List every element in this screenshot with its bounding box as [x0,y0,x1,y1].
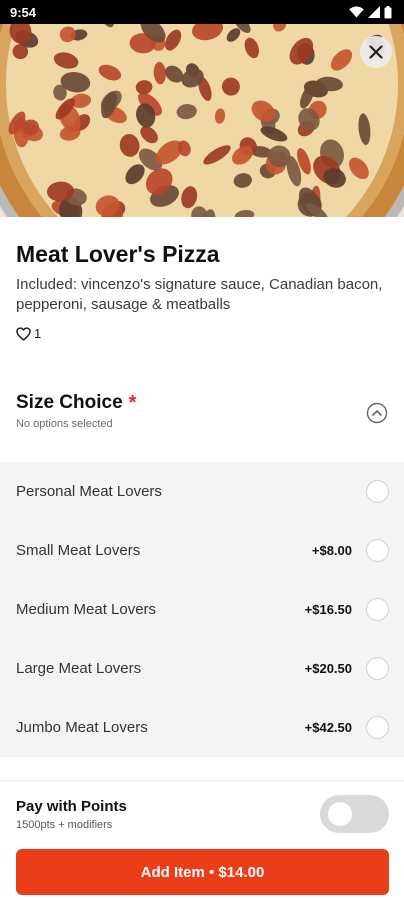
pay-with-points-toggle[interactable] [320,795,389,833]
radio-button[interactable] [366,480,389,503]
close-icon [369,45,383,59]
pay-with-points-subtitle: 1500pts + modifiers [16,819,113,831]
wifi-icon [349,6,364,18]
radio-button[interactable] [366,657,389,680]
likes-count: 1 [34,326,42,341]
option-price: +$42.50 [304,720,352,735]
option-label: Personal Meat Lovers [16,483,162,500]
hero-image [0,24,404,217]
size-option-small[interactable]: Small Meat Lovers +$8.00 [0,521,404,580]
status-bar: 9:54 [0,0,404,24]
status-icons [349,5,392,19]
size-option-personal[interactable]: Personal Meat Lovers [0,462,404,521]
chevron-up-circle-icon[interactable] [366,402,388,424]
required-marker: * [128,392,137,414]
option-label: Small Meat Lovers [16,542,141,559]
status-time: 9:54 [10,4,37,20]
likes[interactable]: 1 [16,326,41,341]
toggle-knob [328,802,352,826]
heart-outline-icon [16,326,31,341]
battery-icon [384,5,392,18]
option-price: +$8.00 [311,543,352,558]
radio-button[interactable] [366,539,389,562]
option-price: +$16.50 [304,602,352,617]
size-choice-title: Size Choice [16,392,123,413]
pizza-image [0,24,404,217]
size-option-large[interactable]: Large Meat Lovers +$20.50 [0,639,404,698]
size-choice-status: No options selected [16,418,113,430]
size-option-jumbo[interactable]: Jumbo Meat Lovers +$42.50 [0,698,404,757]
section-title-row: Size Choice * [16,392,388,414]
item-title: Meat Lover's Pizza [16,241,220,267]
item-description: Included: vincenzo's signature sauce, Ca… [16,276,383,313]
size-options-list: Personal Meat Lovers Small Meat Lovers +… [0,462,404,757]
add-item-button[interactable]: Add Item • $14.00 [16,849,389,895]
radio-button[interactable] [366,598,389,621]
radio-button[interactable] [366,716,389,739]
option-label: Jumbo Meat Lovers [16,719,148,736]
size-option-medium[interactable]: Medium Meat Lovers +$16.50 [0,580,404,639]
close-button[interactable] [360,36,392,68]
option-price: +$20.50 [304,661,352,676]
option-label: Large Meat Lovers [16,660,142,677]
size-choice-header[interactable]: Size Choice * No options selected [16,392,388,442]
cellular-icon [368,6,380,18]
pay-with-points-title: Pay with Points [16,798,127,815]
bottom-action-bar: Pay with Points 1500pts + modifiers Add … [0,780,404,900]
option-label: Medium Meat Lovers [16,601,157,618]
